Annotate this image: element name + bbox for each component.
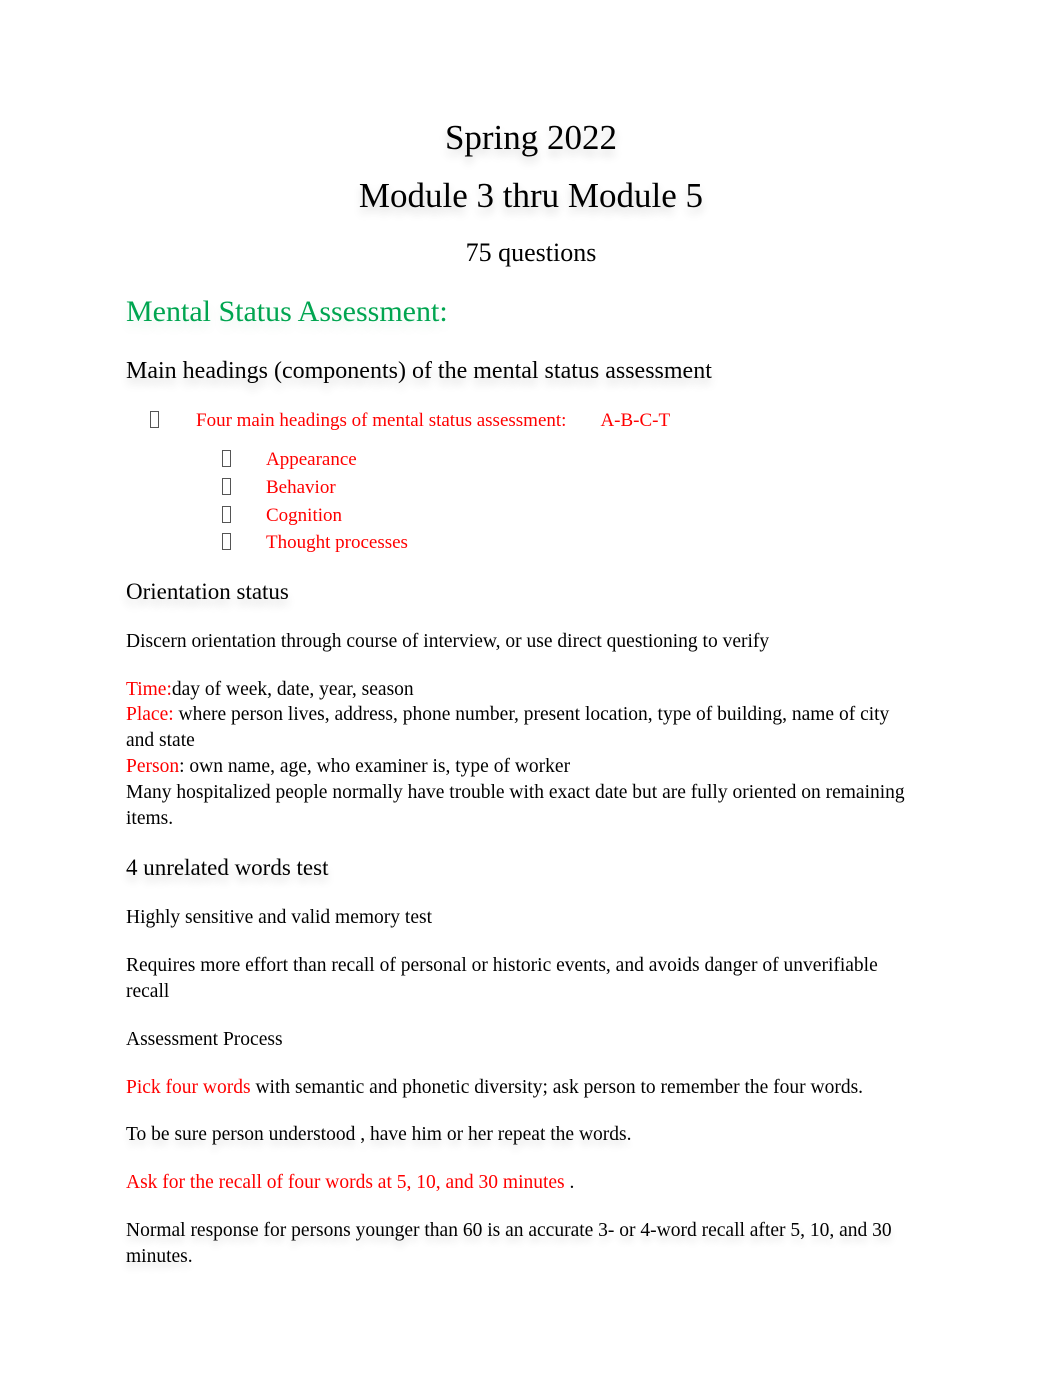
- list-item: Appearance: [126, 447, 908, 473]
- section-heading-orientation-status: Orientation status: [126, 578, 289, 604]
- document-title-block: Spring 2022 Module 3 thru Module 5 75 qu…: [0, 0, 1062, 268]
- words-test-paragraph-assessment-process: Assessment Process: [126, 1028, 283, 1050]
- orientation-item-person: Person: own name, age, who examiner is, …: [126, 754, 908, 780]
- recall-line-period: .: [564, 1172, 575, 1194]
- mental-status-sub-bullet-list: Appearance Behavior Cognition Thought pr…: [126, 447, 908, 556]
- sub-bullet-label-appearance: Appearance: [266, 449, 357, 471]
- bullet-tofu-icon: [222, 533, 231, 551]
- words-test-normal-response: Normal response for persons younger than…: [126, 1220, 892, 1268]
- bullet-tofu-icon: [222, 450, 231, 468]
- words-test-paragraph-sensitivity: Highly sensitive and valid memory test: [126, 906, 432, 928]
- list-item: Cognition: [126, 503, 908, 529]
- orientation-colon-person: :: [179, 756, 190, 778]
- main-bullet-label: Four main headings of mental status asse…: [196, 409, 567, 431]
- orientation-item-time: Time:day of week, date, year, season: [126, 677, 908, 703]
- bullet-tofu-icon: [222, 505, 231, 523]
- orientation-label-place: Place:: [126, 704, 174, 726]
- recall-line-emphasis: Ask for the recall of four words at 5, 1…: [126, 1172, 565, 1194]
- orientation-text-place: where person lives, address, phone numbe…: [126, 704, 890, 752]
- bullet-tofu-icon: [150, 410, 159, 428]
- sub-bullet-label-cognition: Cognition: [266, 504, 343, 526]
- orientation-text-person: own name, age, who examiner is, type of …: [189, 756, 571, 778]
- orientation-label-person: Person: [126, 756, 180, 778]
- orientation-note-hospitalized: Many hospitalized people normally have t…: [126, 782, 905, 830]
- pick-four-words-rest: with semantic and phonetic diversity; as…: [250, 1076, 864, 1098]
- words-test-paragraph-effort: Requires more effort than recall of pers…: [126, 954, 878, 1002]
- bullet-tofu-icon: [222, 477, 231, 495]
- orientation-item-place: Place: where person lives, address, phon…: [126, 702, 908, 754]
- section-heading-four-unrelated-words-test: 4 unrelated words test: [126, 855, 329, 881]
- document-subtitle-question-count: 75 questions: [465, 237, 597, 267]
- section-heading-mental-status-assessment: Mental Status Assessment:: [126, 294, 448, 328]
- list-item: Four main headings of mental status asse…: [126, 408, 908, 434]
- sub-bullet-label-behavior: Behavior: [266, 476, 336, 498]
- orientation-intro-paragraph: Discern orientation through course of in…: [126, 630, 770, 652]
- list-item: Behavior: [126, 475, 908, 501]
- list-item: Thought processes: [126, 530, 908, 556]
- sub-bullet-label-thought-processes: Thought processes: [266, 532, 408, 554]
- mental-status-main-bullet-list: Four main headings of mental status asse…: [126, 408, 908, 434]
- orientation-text-time: day of week, date, year, season: [171, 678, 414, 700]
- document-page: Spring 2022 Module 3 thru Module 5 75 qu…: [0, 0, 1062, 1377]
- words-test-recall-line: Ask for the recall of four words at 5, 1…: [126, 1170, 908, 1196]
- subheading-main-headings: Main headings (components) of the mental…: [126, 357, 712, 384]
- words-test-pick-four-words: Pick four words with semantic and phonet…: [126, 1075, 908, 1101]
- orientation-label-time: Time:: [126, 678, 172, 700]
- pick-four-words-emphasis: Pick four words: [126, 1076, 251, 1098]
- document-title-line-2: Module 3 thru Module 5: [358, 176, 704, 216]
- document-body: Mental Status Assessment: Main headings …: [0, 294, 1062, 1270]
- document-title-line-1: Spring 2022: [444, 118, 618, 157]
- words-test-understood-line: To be sure person understood , have him …: [126, 1124, 632, 1146]
- main-bullet-answer: A-B-C-T: [600, 409, 671, 431]
